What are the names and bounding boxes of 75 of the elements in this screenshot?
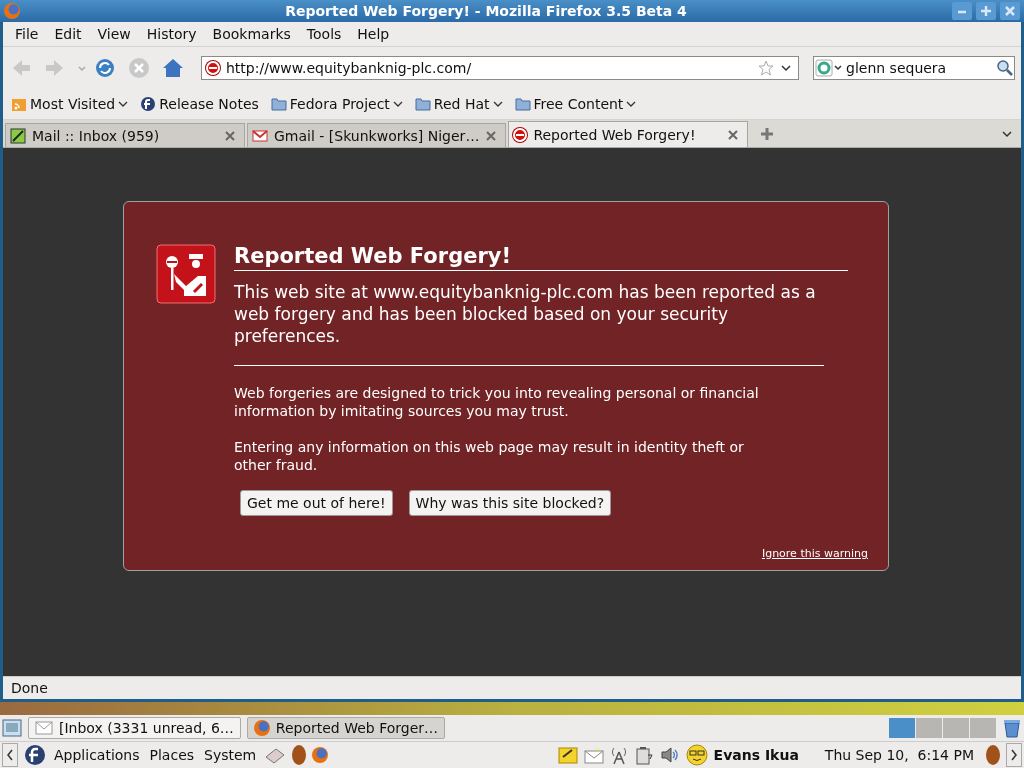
scroll-left-button[interactable] [2,743,18,767]
antenna-icon[interactable] [609,745,628,765]
smiley-icon[interactable] [685,744,708,766]
menu-item[interactable]: Tools [298,26,350,42]
browser-tab[interactable]: Mail :: Inbox (959) [5,123,245,147]
menu-item[interactable]: File [7,26,47,42]
address-field[interactable]: http://www.equitybanknig-plc.com/ [201,56,799,80]
warning-paragraph: Web forgeries are designed to trick you into revealing personal or financial information by imitating sources you may trust. [234,384,760,420]
menu-item[interactable]: View [89,26,139,42]
browser-tab[interactable]: Reported Web Forgery! [508,121,749,147]
ignore-warning-link[interactable]: Ignore this warning [761,547,868,560]
reload-icon[interactable] [93,56,117,80]
show-desktop-icon[interactable] [2,718,22,739]
warning-title: Reported Web Forgery! [234,244,848,271]
page-button[interactable]: Get me out of here! [240,490,393,516]
search-engine-icon[interactable] [814,58,844,78]
bookmark-item[interactable]: Free Content [514,96,637,112]
url-text: http://www.equitybanknig-plc.com/ [226,60,473,76]
feed-folder-icon [11,96,27,112]
battery-icon[interactable] [633,745,654,765]
trash-icon[interactable] [1002,718,1022,739]
search-icon[interactable] [996,59,1014,77]
folder-icon [270,96,287,112]
coffee-bean-icon[interactable] [292,745,307,765]
panel-menu[interactable]: Places [147,747,197,763]
folder-icon [514,96,531,112]
user-name[interactable]: Evans Ikua [713,747,799,763]
menu-item[interactable]: Bookmarks [204,26,299,42]
scroll-right-button[interactable] [1006,743,1022,767]
blocked-icon [513,127,528,142]
warning-message: This web site at www.equitybanknig-plc.com has been reported as a web forgery and has been blocked based on your security preferences. [234,281,824,366]
warning-paragraph: Entering any information on this web page may result in identity theft or other fraud. [234,438,745,474]
fedora-icon[interactable] [24,744,46,766]
home-icon[interactable] [161,56,185,80]
status-text: Done [11,680,48,697]
mail-app-icon [10,127,26,144]
bookmark-item[interactable]: Red Hat [414,96,503,112]
close-tab-icon[interactable] [485,129,498,142]
speaker-icon[interactable] [659,745,680,765]
blocked-icon [206,61,220,75]
browser-tab[interactable]: Gmail - [Skunkworks] Niger… [247,123,507,147]
maximize-button[interactable] [976,2,996,20]
close-tab-icon[interactable] [727,128,740,141]
police-officer-icon [156,244,216,304]
envelope-icon[interactable] [583,746,604,764]
clock[interactable]: Thu Sep 10, 6:14 PM [824,747,974,763]
firefox-icon[interactable] [312,747,329,763]
note-icon[interactable] [557,745,578,765]
mail-envelope-icon [252,127,268,144]
dropdown-caret-icon[interactable] [780,62,792,74]
star-icon[interactable] [758,60,774,76]
bookmark-item[interactable]: Release Notes [140,96,259,112]
firefox-icon [4,3,20,19]
menu-item[interactable]: Edit [46,26,90,42]
menu-item[interactable]: History [138,26,205,42]
firefox-icon [253,720,270,737]
bookmark-item[interactable]: Fedora Project [270,96,403,112]
close-tab-icon[interactable] [224,129,236,142]
coffee-bean-icon[interactable] [986,745,1000,765]
page-button[interactable]: Why was this site blocked? [408,490,612,516]
taskbar-window-button[interactable]: Reported Web Forger… [246,717,446,740]
minimize-button[interactable] [952,2,972,20]
panel-menu[interactable]: System [202,747,259,763]
search-field[interactable]: glenn sequera [813,56,1015,80]
new-tab-icon[interactable] [760,126,775,141]
fedora-icon [140,96,157,112]
close-button[interactable] [1000,2,1020,20]
panel-menu[interactable]: Applications [52,747,142,763]
menu-item[interactable]: Help [349,26,398,42]
envelope-icon [35,721,53,736]
workspace-switcher[interactable] [889,718,996,739]
folder-icon [414,96,431,112]
taskbar-window-button[interactable]: [Inbox (3331 unread, 6… [28,717,241,740]
bookmark-item[interactable]: Most Visited [11,96,129,112]
window-title: Reported Web Forgery! - Mozilla Firefox 3.5 Beta 4 [284,3,688,19]
